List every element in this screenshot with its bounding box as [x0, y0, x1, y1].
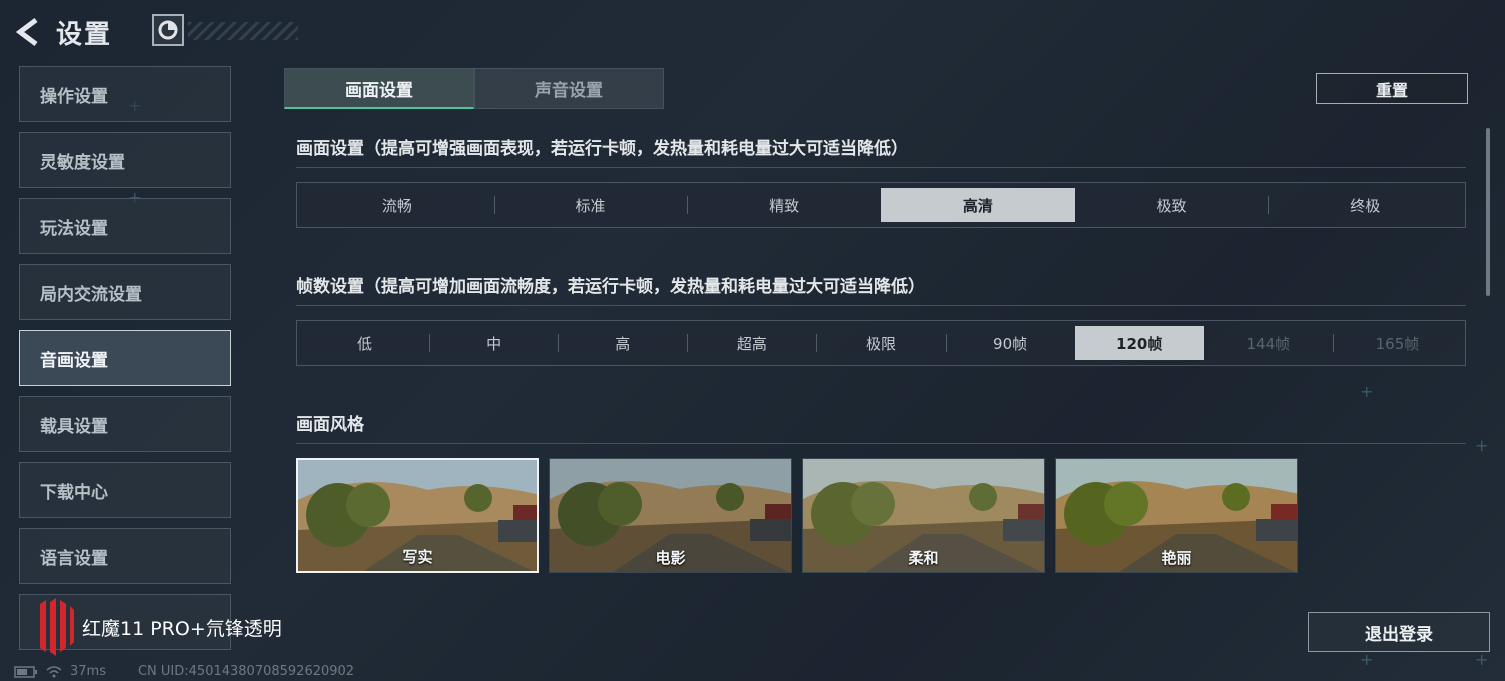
red-magic-logo-icon — [40, 598, 74, 656]
graphics-option[interactable]: 标准 — [493, 188, 688, 222]
sidebar-item-controls[interactable]: 操作设置 — [19, 66, 231, 122]
framerate-selector: 低 中 高 超高 极限 90帧 120帧 144帧 165帧 — [296, 320, 1466, 366]
wifi-icon — [46, 665, 62, 677]
header-decoration — [188, 22, 298, 40]
sidebar-item-sensitivity[interactable]: 灵敏度设置 — [19, 132, 231, 188]
sidebar-item-language[interactable]: 语言设置 — [19, 528, 231, 584]
graphics-option[interactable]: 高清 — [881, 188, 1075, 222]
tab-bar: 画面设置 声音设置 — [284, 68, 664, 109]
framerate-section-title: 帧数设置（提高可增加画面流畅度，若运行卡顿，发热量和耗电量过大可适当降低） — [296, 272, 1466, 306]
device-watermark: 红魔11 PRO+氘锋透明 — [36, 598, 282, 656]
style-label: 艳丽 — [1161, 549, 1192, 567]
graphics-option[interactable]: 终极 — [1268, 188, 1462, 222]
style-label: 电影 — [655, 549, 686, 567]
tab-graphics[interactable]: 画面设置 — [284, 68, 474, 109]
framerate-option[interactable]: 中 — [429, 326, 558, 360]
framerate-option[interactable]: 高 — [558, 326, 687, 360]
framerate-option: 144帧 — [1246, 334, 1291, 353]
framerate-option[interactable]: 低 — [300, 326, 429, 360]
sidebar: 操作设置 灵敏度设置 玩法设置 局内交流设置 音画设置 载具设置 下载中心 语言… — [19, 66, 231, 660]
sidebar-item-gameplay[interactable]: 玩法设置 — [19, 198, 231, 254]
framerate-option[interactable]: 极限 — [816, 326, 945, 360]
scrollbar[interactable] — [1486, 128, 1490, 296]
sidebar-item-vehicle[interactable]: 载具设置 — [19, 396, 231, 452]
watermark-text: 红魔11 PRO+氘锋透明 — [82, 617, 282, 640]
back-arrow-icon — [15, 18, 38, 46]
style-card-vivid[interactable]: 艳丽 — [1055, 458, 1298, 573]
logout-button[interactable]: 退出登录 — [1308, 612, 1490, 652]
graphics-section-title: 画面设置（提高可增强画面表现，若运行卡顿，发热量和耗电量过大可适当降低） — [296, 134, 1466, 168]
sidebar-item-audio-video[interactable]: 音画设置 — [19, 330, 231, 386]
sidebar-item-communication[interactable]: 局内交流设置 — [19, 264, 231, 320]
reset-button[interactable]: 重置 — [1316, 73, 1468, 104]
style-card-realistic[interactable]: 写实 — [296, 458, 539, 573]
page-title: 设置 — [56, 19, 113, 50]
framerate-option[interactable]: 90帧 — [945, 326, 1075, 360]
graphics-option[interactable]: 极致 — [1075, 188, 1269, 222]
style-label: 写实 — [402, 548, 433, 566]
profile-badge-icon[interactable] — [152, 14, 184, 46]
graphics-quality-selector: 流畅 标准 精致 高清 极致 终极 — [296, 182, 1466, 228]
graphics-option[interactable]: 流畅 — [300, 188, 494, 222]
uid-text: CN UID:4501438070859262090​2 — [137, 664, 355, 679]
framerate-option[interactable]: 超高 — [687, 326, 816, 360]
style-selector: 写实 电影 柔和 艳丽 — [296, 458, 1298, 573]
back-button[interactable] — [12, 14, 44, 50]
header: 设置 — [12, 12, 298, 52]
tab-audio[interactable]: 声音设置 — [474, 68, 664, 109]
style-card-soft[interactable]: 柔和 — [802, 458, 1045, 573]
battery-icon — [14, 665, 37, 678]
style-card-cinema[interactable]: 电影 — [549, 458, 792, 573]
style-section-title: 画面风格 — [296, 410, 1466, 444]
ping-text: 37ms — [70, 664, 106, 679]
framerate-option: 165帧 — [1332, 326, 1462, 360]
graphics-option[interactable]: 精致 — [687, 188, 881, 222]
sidebar-item-downloads[interactable]: 下载中心 — [19, 462, 231, 518]
status-bar: 37ms CN UID:4501438070859262090​2 — [14, 664, 354, 679]
style-label: 柔和 — [908, 549, 939, 567]
framerate-option[interactable]: 120帧 — [1074, 326, 1204, 360]
